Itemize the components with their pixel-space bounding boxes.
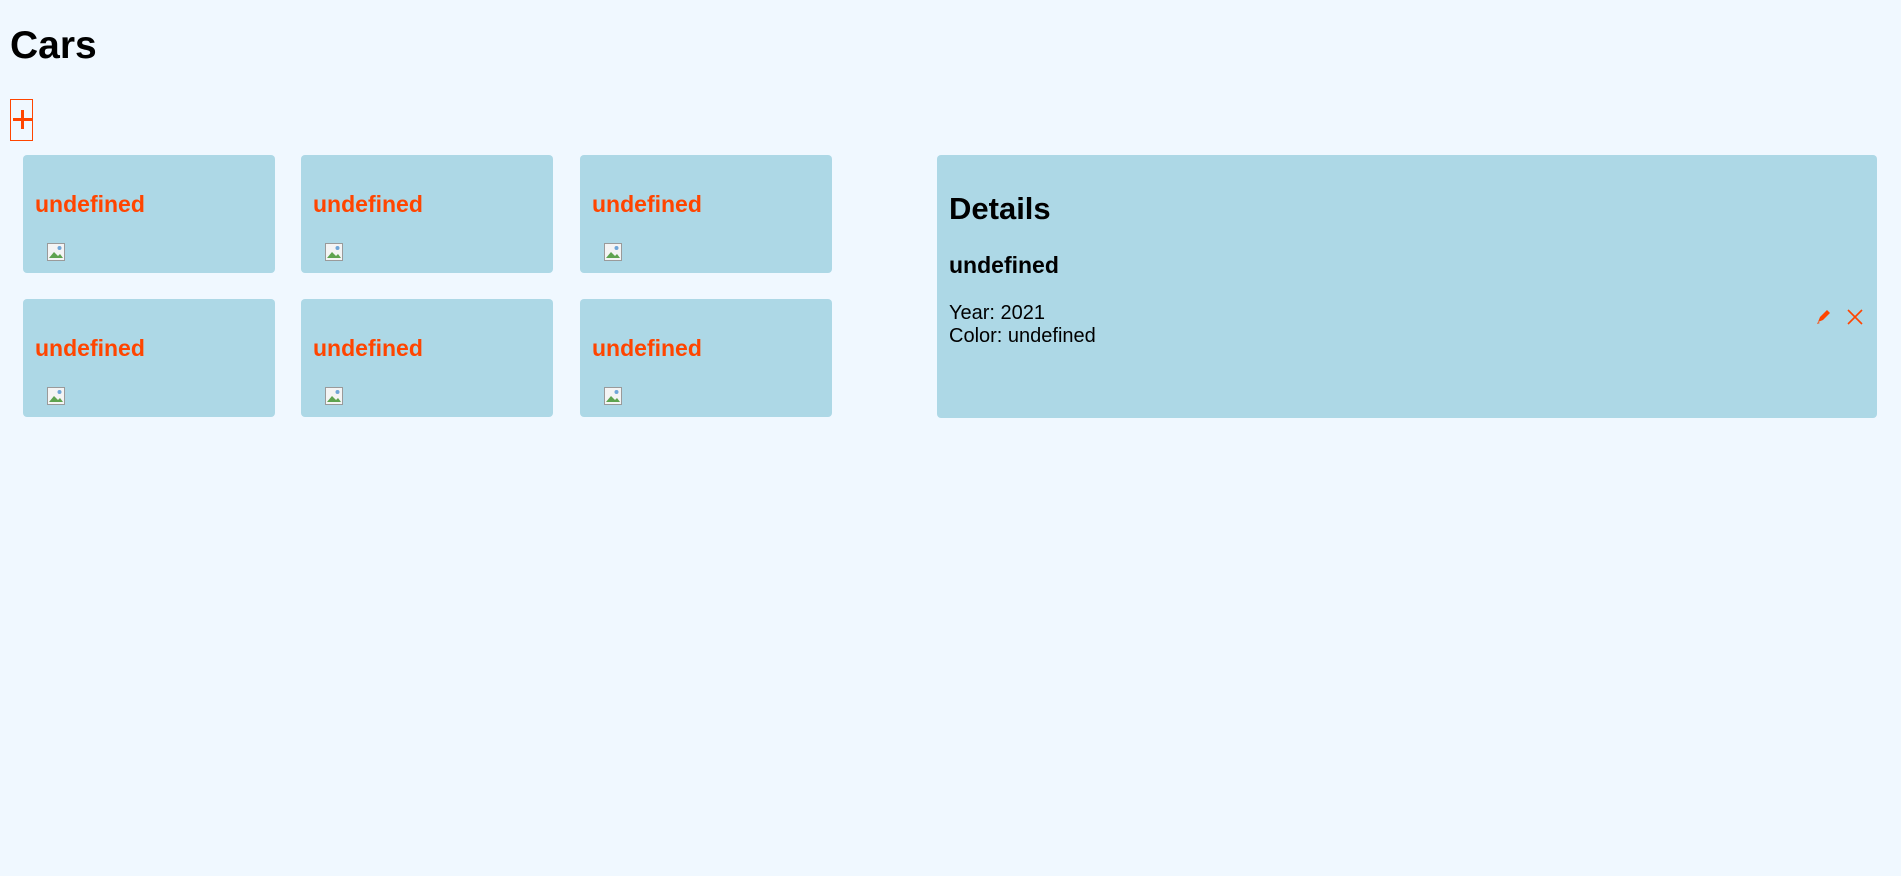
car-card[interactable]: undefined	[580, 299, 832, 417]
car-name: undefined	[35, 191, 145, 217]
edit-button[interactable]	[1813, 306, 1835, 328]
car-card[interactable]: undefined	[580, 155, 832, 273]
car-name: undefined	[313, 191, 423, 217]
pencil-icon	[1817, 310, 1830, 324]
car-name: undefined	[35, 335, 145, 361]
details-panel: Details undefined Year: 2021 Color: unde…	[937, 155, 1877, 418]
details-color: Color: undefined	[949, 325, 1096, 347]
broken-image-icon	[47, 387, 65, 405]
delete-button[interactable]	[1844, 306, 1866, 328]
car-card[interactable]: undefined	[301, 155, 553, 273]
broken-image-icon	[604, 387, 622, 405]
broken-image-icon	[325, 387, 343, 405]
car-card[interactable]: undefined	[301, 299, 553, 417]
details-year: Year: 2021	[949, 302, 1046, 324]
page-title: Cars	[10, 24, 97, 67]
broken-image-icon	[325, 243, 343, 261]
details-car-name: undefined	[949, 252, 1059, 278]
car-card[interactable]: undefined	[23, 299, 275, 417]
add-car-button[interactable]	[10, 99, 33, 141]
car-name: undefined	[592, 191, 702, 217]
broken-image-icon	[47, 243, 65, 261]
car-name: undefined	[592, 335, 702, 361]
details-heading: Details	[949, 191, 1051, 226]
car-name: undefined	[313, 335, 423, 361]
close-icon	[1847, 309, 1863, 325]
plus-icon	[13, 110, 32, 129]
broken-image-icon	[604, 243, 622, 261]
car-card[interactable]: undefined	[23, 155, 275, 273]
